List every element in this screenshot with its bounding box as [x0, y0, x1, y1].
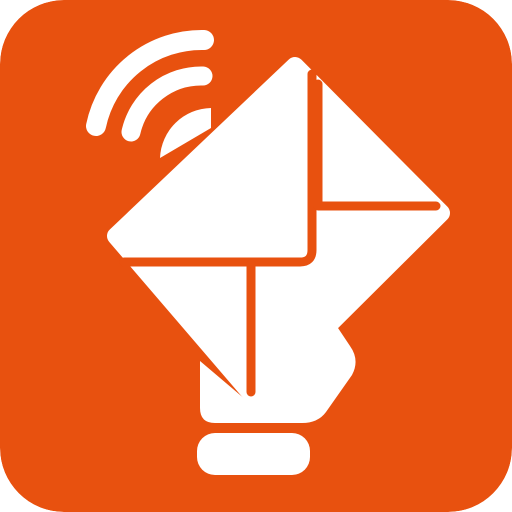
hand-cuff — [197, 433, 310, 475]
app-icon[interactable] — [0, 0, 512, 512]
app-icon-graphic — [0, 0, 512, 512]
